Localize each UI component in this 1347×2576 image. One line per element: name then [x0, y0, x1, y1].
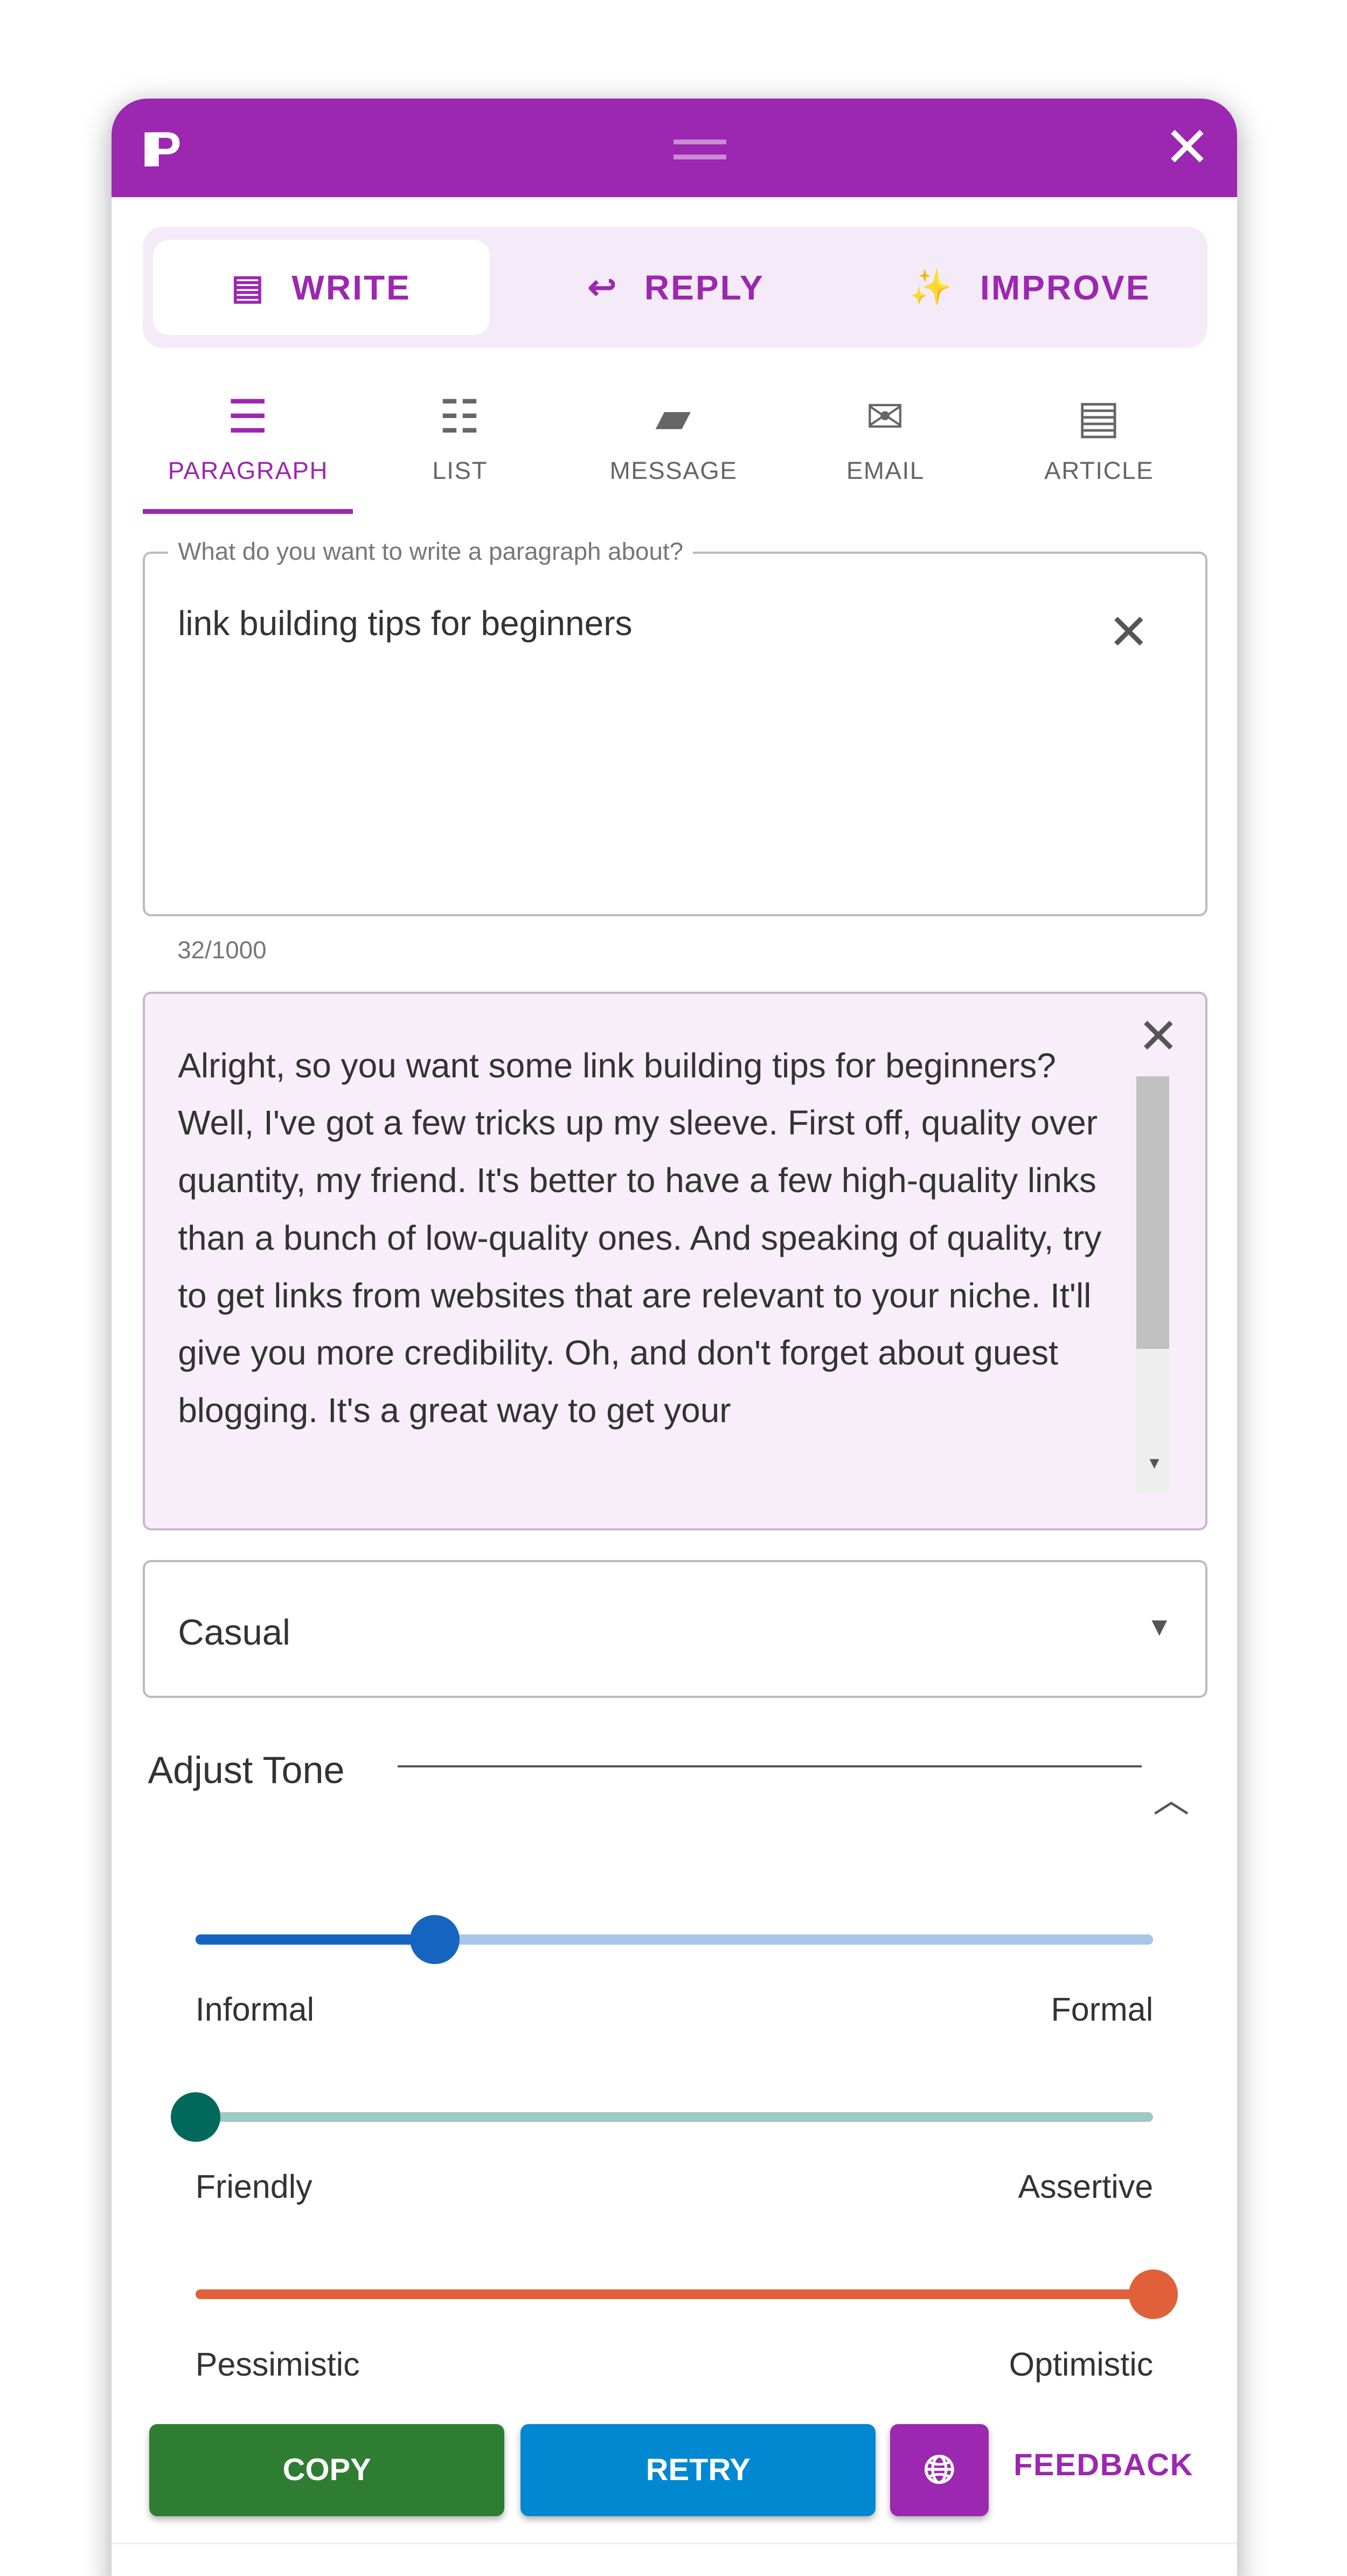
- slider-min-label: Friendly: [195, 2168, 313, 2205]
- prompt-value[interactable]: link building tips for beginners: [178, 603, 632, 643]
- chevron-up-icon[interactable]: ︿: [1153, 1771, 1189, 1823]
- reply-icon: ↩: [587, 268, 619, 307]
- message-icon: ▰: [655, 391, 692, 443]
- tone-select[interactable]: Casual ▼: [143, 1560, 1207, 1698]
- active-tab-indicator: [143, 509, 353, 514]
- tone-slider[interactable]: [195, 1914, 1154, 1965]
- scrollbar-thumb[interactable]: [1136, 1076, 1169, 1349]
- slider-fill: [195, 2289, 1154, 2300]
- subtab-label: PARAGRAPH: [168, 456, 329, 484]
- retry-button[interactable]: RETRY: [520, 2424, 876, 2516]
- slider-min-label: Pessimistic: [195, 2345, 360, 2383]
- caret-down-icon: ▼: [1146, 1612, 1172, 1641]
- slider-min-label: Informal: [195, 1991, 315, 2028]
- tab-label: IMPROVE: [980, 268, 1151, 307]
- close-icon[interactable]: ✕: [1137, 1007, 1179, 1065]
- slider-thumb[interactable]: [410, 1914, 460, 1965]
- slider-thumb[interactable]: [1128, 2269, 1178, 2319]
- title-bar[interactable]: IP ✕: [112, 98, 1237, 197]
- feedback-link[interactable]: FEEDBACK: [1013, 2447, 1193, 2483]
- list-icon: ☷: [439, 391, 481, 443]
- adjust-tone-title[interactable]: Adjust Tone: [148, 1741, 345, 1800]
- align-center-icon: ☰: [227, 391, 269, 443]
- output-text: Alright, so you want some link building …: [178, 1046, 1102, 1430]
- app-window: IP ✕ ▤ WRITE ↩ REPLY ✨ IMPROVE ☰ PARAGRAPH ☷…: [112, 98, 1237, 2576]
- prompt-label: What do you want to write a paragraph ab…: [168, 537, 693, 566]
- char-counter: 32/1000: [177, 936, 267, 964]
- globe-icon: 🌐︎: [924, 2447, 956, 2492]
- scrollbar[interactable]: [1136, 1076, 1169, 1494]
- subtab-article[interactable]: ▤ ARTICLE: [994, 388, 1204, 485]
- tab-improve[interactable]: ✨ IMPROVE: [857, 240, 1202, 335]
- subtab-email[interactable]: ✉ EMAIL: [780, 388, 990, 485]
- document-icon: ▤: [1077, 391, 1121, 443]
- tone-slider[interactable]: [195, 2269, 1178, 2319]
- subtab-paragraph[interactable]: ☰ PARAGRAPH: [143, 388, 353, 485]
- slider-max-label: Formal: [1051, 1991, 1154, 2028]
- drag-handle-icon[interactable]: [673, 140, 726, 159]
- output-box: Alright, so you want some link building …: [143, 992, 1207, 1531]
- subtab-label: MESSAGE: [609, 456, 738, 484]
- prompt-input[interactable]: What do you want to write a paragraph ab…: [143, 537, 1207, 917]
- slider-fill: [195, 1934, 435, 1945]
- tab-reply[interactable]: ↩ REPLY: [508, 240, 844, 335]
- subtab-message[interactable]: ▰ MESSAGE: [568, 388, 779, 485]
- slider-max-label: Assertive: [1018, 2168, 1154, 2205]
- divider: [112, 2542, 1237, 2544]
- slider-thumb[interactable]: [171, 2092, 220, 2142]
- email-icon: ✉: [865, 391, 905, 443]
- clear-icon[interactable]: ✕: [1108, 603, 1150, 661]
- subtab-label: LIST: [432, 456, 488, 484]
- close-icon[interactable]: ✕: [1164, 115, 1211, 180]
- subtab-list[interactable]: ☷ LIST: [355, 388, 565, 485]
- mode-tabs: ▤ WRITE ↩ REPLY ✨ IMPROVE: [143, 226, 1207, 349]
- subtab-label: EMAIL: [846, 456, 925, 484]
- tab-label: REPLY: [644, 268, 765, 307]
- tone-slider[interactable]: [171, 2092, 1154, 2142]
- article-icon: ▤: [231, 268, 266, 307]
- slider-max-label: Optimistic: [1009, 2345, 1154, 2383]
- scroll-down-icon[interactable]: ▼: [1146, 1454, 1162, 1473]
- tab-write[interactable]: ▤ WRITE: [152, 240, 490, 335]
- tone-select-value: Casual: [178, 1612, 290, 1653]
- copy-button[interactable]: COPY: [149, 2424, 504, 2516]
- logo: IP: [141, 122, 181, 177]
- magic-wand-icon: ✨: [909, 268, 954, 307]
- subtab-label: ARTICLE: [1044, 456, 1154, 484]
- language-button[interactable]: 🌐︎: [890, 2424, 989, 2516]
- divider: [397, 1765, 1142, 1767]
- tab-label: WRITE: [291, 268, 411, 307]
